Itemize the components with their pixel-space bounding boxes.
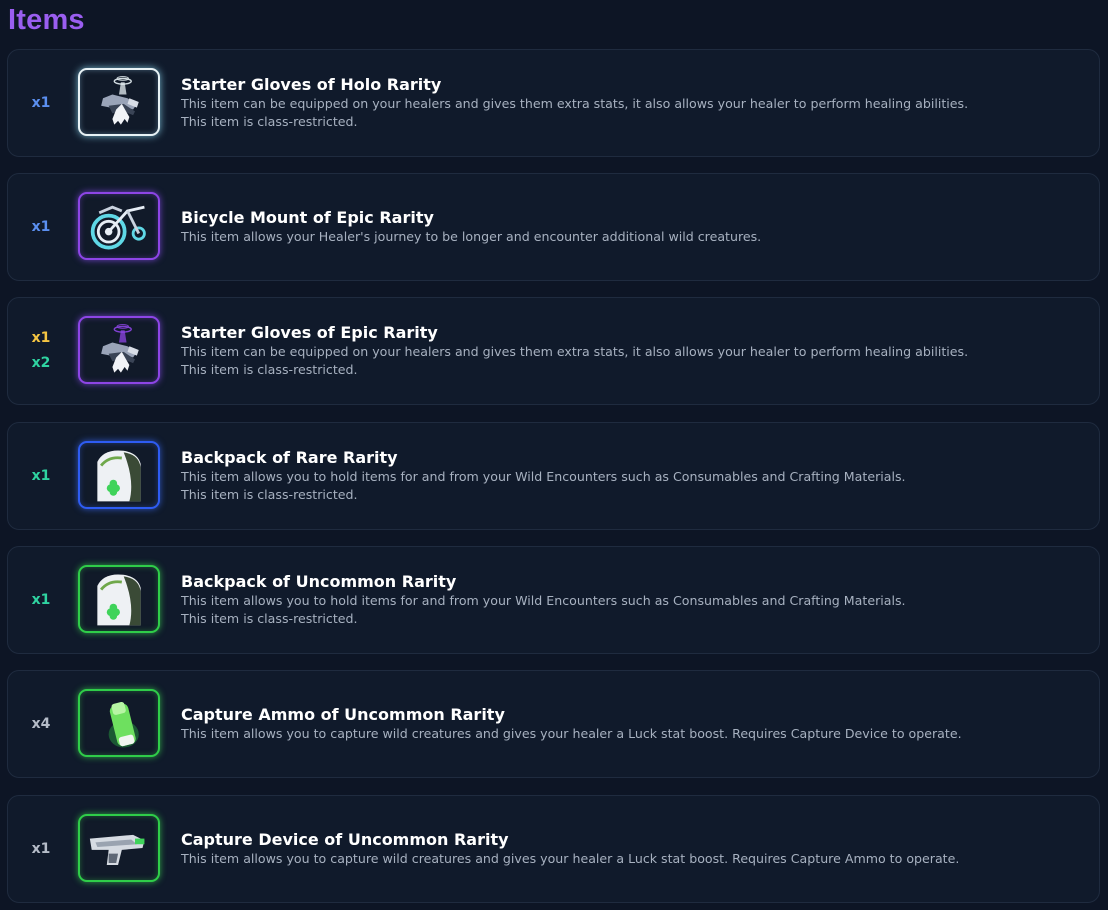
item-thumbnail bbox=[78, 192, 160, 260]
page-title: Items bbox=[8, 4, 85, 36]
item-name: Capture Device of Uncommon Rarity bbox=[181, 830, 509, 849]
quantity-badge: x2 bbox=[31, 355, 51, 371]
item-thumbnail bbox=[78, 689, 160, 757]
item-text: Backpack of Uncommon Rarity This item all… bbox=[181, 571, 1083, 628]
item-text: Capture Device of Uncommon Rarity This it… bbox=[181, 829, 1083, 868]
item-thumbnail bbox=[78, 441, 160, 509]
quantity-badge: x1 bbox=[31, 467, 51, 484]
item-text: Bicycle Mount of Epic Rarity This item al… bbox=[181, 207, 1083, 246]
item-name: Backpack of Uncommon Rarity bbox=[181, 572, 457, 591]
item-quantity: x1 x2 bbox=[8, 298, 74, 404]
item-description: This item allows your Healer's journey t… bbox=[181, 229, 762, 244]
item-description: This item allows you to hold items for a… bbox=[181, 593, 906, 608]
item-quantity: x1 bbox=[8, 547, 74, 653]
item-quantity: x1 bbox=[8, 50, 74, 156]
item-description: This item can be equipped on your healer… bbox=[181, 96, 969, 111]
quantity-badge: x4 bbox=[31, 715, 51, 732]
item-name: Backpack of Rare Rarity bbox=[181, 448, 398, 467]
item-restriction-note: This item is class-restricted. bbox=[181, 487, 358, 502]
quantity-badge: x1 bbox=[31, 218, 51, 235]
item-quantity: x1 bbox=[8, 796, 74, 902]
item-description: This item allows you to hold items for a… bbox=[181, 469, 906, 484]
item-text: Starter Gloves of Epic Rarity This item c… bbox=[181, 322, 1083, 379]
quantity-badge: x1 bbox=[31, 840, 51, 857]
item-quantity: x4 bbox=[8, 671, 74, 777]
item-thumbnail bbox=[78, 814, 160, 882]
item-description: This item allows you to capture wild cre… bbox=[181, 726, 962, 741]
quantity-badge: x1 bbox=[31, 94, 51, 111]
item-name: Capture Ammo of Uncommon Rarity bbox=[181, 705, 505, 724]
item-quantity: x1 bbox=[8, 423, 74, 529]
item-name: Bicycle Mount of Epic Rarity bbox=[181, 208, 434, 227]
item-thumbnail bbox=[78, 565, 160, 633]
item-text: Capture Ammo of Uncommon Rarity This item… bbox=[181, 704, 1083, 743]
item-restriction-note: This item is class-restricted. bbox=[181, 611, 358, 626]
item-card[interactable]: x1 x2 Starter Gloves of Epic Rarity This i… bbox=[7, 297, 1100, 405]
item-card[interactable]: x4 Capture Ammo of Uncommon Rarity This i… bbox=[7, 670, 1100, 778]
item-restriction-note: This item is class-restricted. bbox=[181, 362, 358, 377]
item-card[interactable]: x1 Backpack of Rare Rarity This item allo… bbox=[7, 422, 1100, 530]
item-quantity: x1 bbox=[8, 174, 74, 280]
item-text: Starter Gloves of Holo Rarity This item c… bbox=[181, 74, 1083, 131]
item-thumbnail bbox=[78, 316, 160, 384]
item-card[interactable]: x1 Backpack of Uncommon Rarity This item … bbox=[7, 546, 1100, 654]
item-thumbnail bbox=[78, 68, 160, 136]
item-name: Starter Gloves of Epic Rarity bbox=[181, 323, 438, 342]
item-card[interactable]: x1 Capture Device of Uncommon Rarity This… bbox=[7, 795, 1100, 903]
item-name: Starter Gloves of Holo Rarity bbox=[181, 75, 442, 94]
quantity-badge: x1 bbox=[31, 591, 51, 608]
item-card[interactable]: x1 Starter Gloves of Holo Rarity This ite… bbox=[7, 49, 1100, 157]
item-description: This item allows you to capture wild cre… bbox=[181, 851, 960, 866]
item-description: This item can be equipped on your healer… bbox=[181, 344, 969, 359]
item-text: Backpack of Rare Rarity This item allows … bbox=[181, 447, 1083, 504]
item-restriction-note: This item is class-restricted. bbox=[181, 114, 358, 129]
items-page: Items x1 Starter Gloves of Holo Rarity Th… bbox=[0, 0, 1108, 910]
item-card[interactable]: x1 Bicycle Mount of Epic Rarity This item… bbox=[7, 173, 1100, 281]
quantity-badge: x1 bbox=[31, 330, 51, 346]
